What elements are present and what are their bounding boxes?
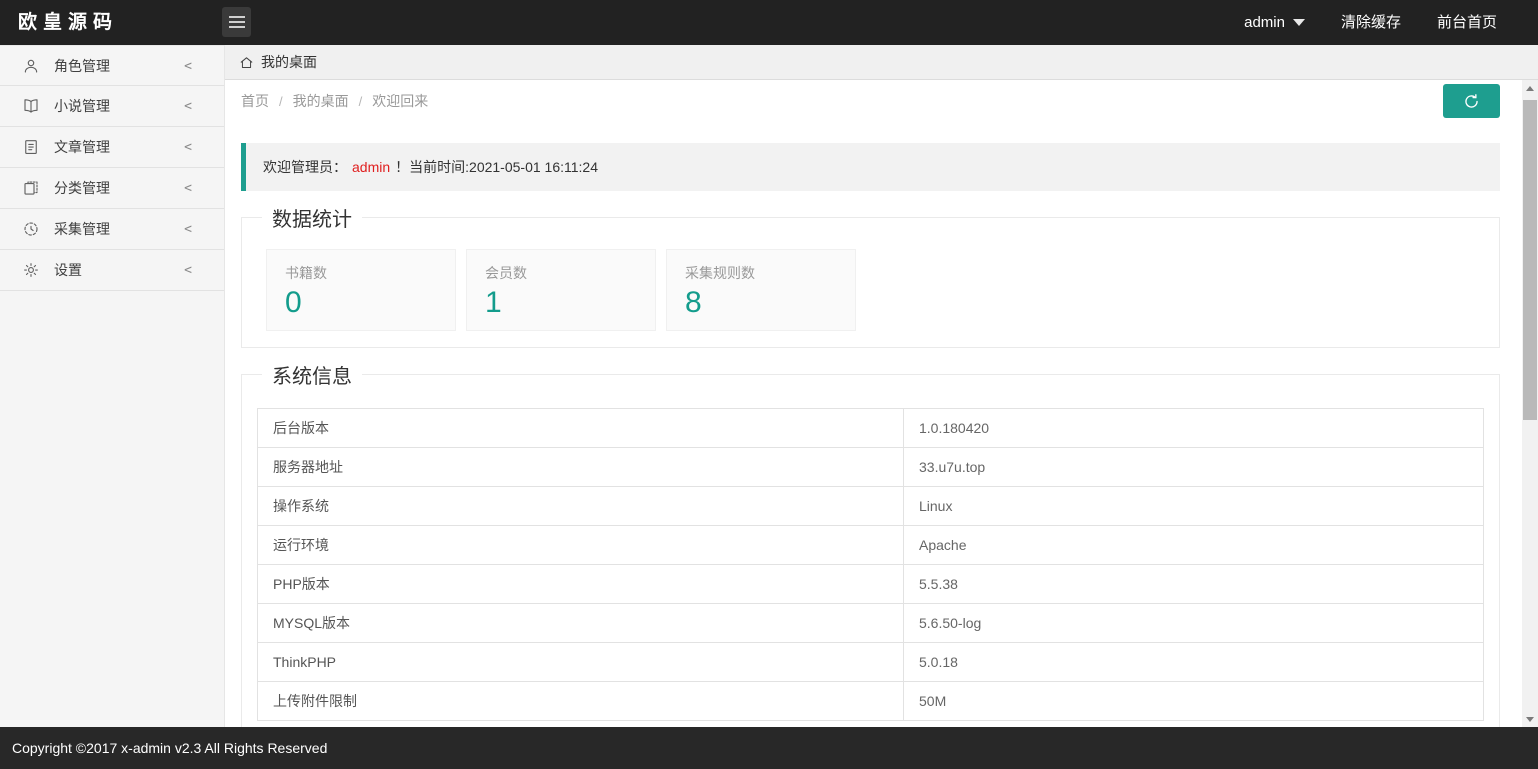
front-home-link[interactable]: 前台首页: [1437, 0, 1497, 45]
article-icon: [21, 137, 41, 157]
footer: Copyright ©2017 x-admin v2.3 All Rights …: [0, 727, 1538, 769]
welcome-username: admin: [352, 159, 390, 175]
user-icon: [21, 56, 41, 76]
header-actions: admin 清除缓存 前台首页: [1244, 0, 1497, 45]
stat-value: 8: [685, 286, 855, 320]
sidebar-item-label: 角色管理: [54, 56, 110, 76]
stat-label: 采集规则数: [685, 263, 855, 283]
sidebar-item-label: 分类管理: [54, 178, 110, 198]
chevron-left-icon: <: [184, 250, 192, 291]
chevron-left-icon: <: [184, 127, 192, 168]
category-icon: [21, 178, 41, 198]
stat-cards: 书籍数 0 会员数 1 采集规则数 8: [242, 218, 1499, 347]
chevron-left-icon: <: [184, 209, 192, 250]
breadcrumb-separator: /: [359, 94, 363, 109]
sidebar-item-label: 采集管理: [54, 219, 110, 239]
table-row: 操作系统Linux: [258, 487, 1484, 526]
table-row: ThinkPHP5.0.18: [258, 643, 1484, 682]
vertical-scrollbar[interactable]: [1522, 80, 1538, 727]
sidebar-item-label: 小说管理: [54, 96, 110, 116]
chevron-left-icon: <: [184, 46, 192, 87]
system-info-panel: 系统信息 后台版本1.0.180420 服务器地址33.u7u.top 操作系统…: [241, 374, 1500, 727]
top-header: 欧皇源码 admin 清除缓存 前台首页: [0, 0, 1538, 45]
scroll-up-arrow[interactable]: [1522, 80, 1538, 96]
stat-card-members: 会员数 1: [466, 249, 656, 331]
table-row: 运行环境Apache: [258, 526, 1484, 565]
home-icon: [239, 55, 254, 70]
user-dropdown[interactable]: admin: [1244, 0, 1305, 45]
sidebar-item-categories[interactable]: 分类管理 <: [0, 168, 224, 209]
collect-icon: [21, 219, 41, 239]
sidebar-item-settings[interactable]: 设置 <: [0, 250, 224, 291]
chevron-left-icon: <: [184, 86, 192, 127]
tab-bar: 我的桌面: [225, 45, 1538, 80]
breadcrumb-home[interactable]: 首页: [241, 91, 269, 111]
sidebar-item-novels[interactable]: 小说管理 <: [0, 86, 224, 127]
scroll-down-arrow[interactable]: [1522, 711, 1538, 727]
welcome-prefix: 欢迎管理员：: [263, 157, 347, 177]
tab-my-desktop[interactable]: 我的桌面: [225, 45, 335, 79]
system-info-title: 系统信息: [262, 360, 362, 389]
welcome-suffix: ！当前时间:2021-05-01 16:11:24: [395, 157, 598, 177]
stats-panel: 数据统计 书籍数 0 会员数 1 采集规则数 8: [241, 217, 1500, 348]
menu-toggle-button[interactable]: [222, 7, 251, 37]
table-row: MYSQL版本5.6.50-log: [258, 604, 1484, 643]
stats-panel-title: 数据统计: [262, 203, 362, 232]
stat-value: 1: [485, 286, 655, 320]
table-row: PHP版本5.5.38: [258, 565, 1484, 604]
breadcrumb-separator: /: [279, 94, 283, 109]
refresh-button[interactable]: [1443, 84, 1500, 118]
user-name: admin: [1244, 0, 1285, 45]
scrollbar-thumb[interactable]: [1523, 100, 1537, 420]
stat-value: 0: [285, 286, 455, 320]
table-row: 服务器地址33.u7u.top: [258, 448, 1484, 487]
sidebar-item-label: 文章管理: [54, 137, 110, 157]
table-row: 后台版本1.0.180420: [258, 409, 1484, 448]
stat-card-collect-rules: 采集规则数 8: [666, 249, 856, 331]
stat-label: 书籍数: [285, 263, 455, 283]
clear-cache-link[interactable]: 清除缓存: [1341, 0, 1401, 45]
breadcrumb-current: 欢迎回来: [372, 91, 428, 111]
chevron-down-icon: [1293, 19, 1305, 26]
tab-label: 我的桌面: [261, 52, 317, 72]
sidebar: 角色管理 < 小说管理 < 文章管理 < 分类管理 < 采集管理 < 设置: [0, 45, 225, 727]
book-icon: [21, 96, 41, 116]
stat-label: 会员数: [485, 263, 655, 283]
system-info-table: 后台版本1.0.180420 服务器地址33.u7u.top 操作系统Linux…: [257, 408, 1484, 721]
table-row: 上传附件限制50M: [258, 682, 1484, 721]
sidebar-item-collect[interactable]: 采集管理 <: [0, 209, 224, 250]
app-logo: 欧皇源码: [18, 0, 118, 45]
main-content: 我的桌面 首页 / 我的桌面 / 欢迎回来 欢迎管理员： admin ！当前时间…: [225, 45, 1538, 727]
refresh-icon: [1462, 92, 1481, 111]
breadcrumb-desktop[interactable]: 我的桌面: [293, 91, 349, 111]
chevron-left-icon: <: [184, 168, 192, 209]
welcome-alert: 欢迎管理员： admin ！当前时间:2021-05-01 16:11:24: [241, 143, 1500, 191]
hamburger-icon: [229, 16, 245, 18]
sidebar-item-label: 设置: [54, 260, 82, 280]
sidebar-item-articles[interactable]: 文章管理 <: [0, 127, 224, 168]
sidebar-item-roles[interactable]: 角色管理 <: [0, 45, 224, 86]
copyright-text: Copyright ©2017 x-admin v2.3 All Rights …: [12, 740, 327, 756]
breadcrumb: 首页 / 我的桌面 / 欢迎回来: [225, 80, 1538, 122]
gear-icon: [21, 260, 41, 280]
stat-card-books: 书籍数 0: [266, 249, 456, 331]
